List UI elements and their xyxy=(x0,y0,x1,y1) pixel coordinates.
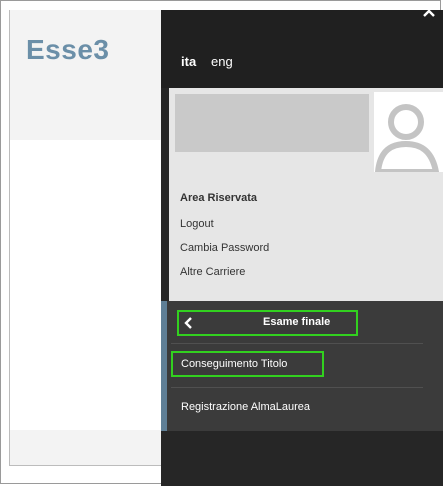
chevron-left-icon xyxy=(184,317,192,329)
nav-item-registrazione-almalaurea[interactable]: Registrazione AlmaLaurea xyxy=(181,401,310,413)
user-area: Area Riservata Logout Cambia Password Al… xyxy=(169,88,443,301)
language-eng[interactable]: eng xyxy=(211,54,233,69)
avatar-icon xyxy=(374,104,440,172)
nav-back-header[interactable]: Esame finale xyxy=(177,310,358,336)
altre-carriere-link[interactable]: Altre Carriere xyxy=(180,266,245,278)
avatar[interactable] xyxy=(374,92,443,172)
cambia-password-link[interactable]: Cambia Password xyxy=(180,242,269,254)
side-menu-panel: ita eng Area Riservata Logout Cambia Pas… xyxy=(161,9,443,486)
page-header xyxy=(9,10,162,141)
nav-accent-bar xyxy=(161,301,167,431)
nav-divider xyxy=(171,343,423,344)
nav-item-conseguimento-titolo[interactable]: Conseguimento Titolo xyxy=(181,358,287,370)
close-icon[interactable] xyxy=(421,6,437,20)
panel-top-bar: ita eng xyxy=(161,9,443,88)
esse3-logo[interactable]: Esse3 xyxy=(26,34,109,66)
area-riservata-title: Area Riservata xyxy=(180,192,258,204)
language-ita[interactable]: ita xyxy=(181,54,196,69)
page-footer xyxy=(9,430,162,466)
logout-link[interactable]: Logout xyxy=(180,218,214,230)
page-body xyxy=(9,140,162,430)
nav-section: Esame finale Conseguimento Titolo Regist… xyxy=(161,301,443,431)
page-footer-divider xyxy=(9,465,161,466)
nav-divider xyxy=(171,387,423,388)
nav-header-label: Esame finale xyxy=(263,316,331,328)
user-banner xyxy=(175,94,369,152)
